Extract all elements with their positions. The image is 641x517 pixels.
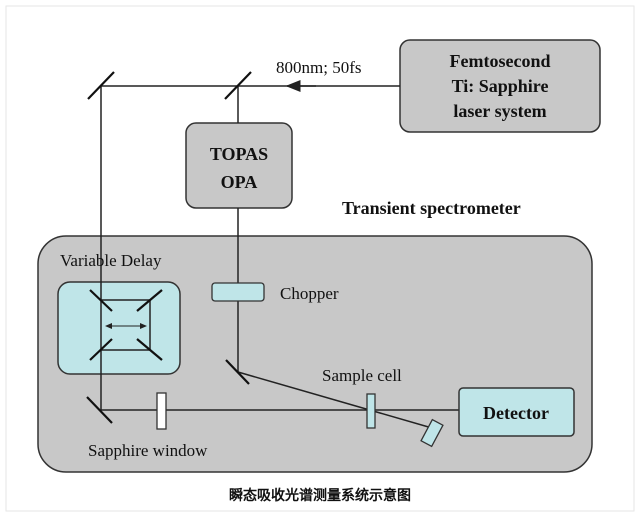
variable-delay-label: Variable Delay — [60, 251, 162, 270]
sapphire-window-label: Sapphire window — [88, 441, 208, 460]
topas-opa-box — [185, 122, 293, 209]
optical-setup-diagram: Femtosecond Ti: Sapphire laser system 80… — [5, 5, 635, 512]
chopper-label: Chopper — [280, 284, 339, 303]
diagram-canvas: Femtosecond Ti: Sapphire laser system 80… — [0, 0, 641, 517]
chopper — [211, 282, 265, 302]
topas-label-line1: TOPAS — [210, 144, 268, 164]
figure-caption: 瞬态吸收光谱测量系统示意图 — [229, 487, 411, 504]
sapphire-window — [156, 392, 167, 430]
laser-label-line1: Femtosecond — [450, 51, 551, 71]
laser-label-line3: laser system — [453, 101, 546, 121]
sample-cell — [366, 393, 376, 429]
pulse-label: 800nm; 50fs — [276, 58, 361, 77]
detector-label: Detector — [483, 403, 549, 423]
sample-cell-label: Sample cell — [322, 366, 402, 385]
topas-label-line2: OPA — [221, 172, 258, 192]
laser-label-line2: Ti: Sapphire — [452, 76, 549, 96]
spectrometer-title: Transient spectrometer — [342, 198, 521, 218]
